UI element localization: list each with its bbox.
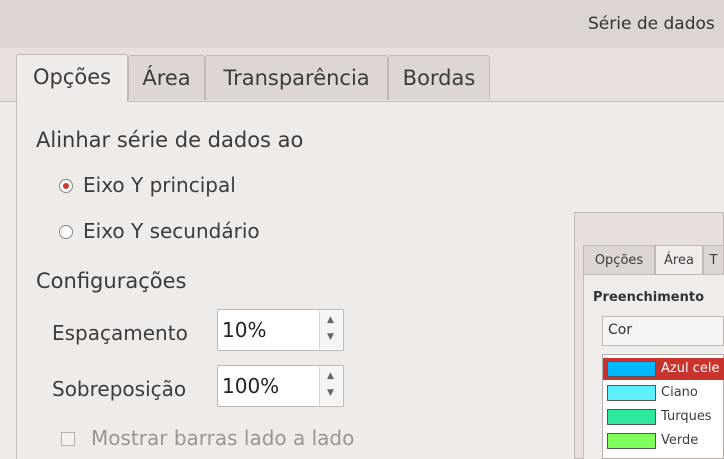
- preview-tab-options-label: Opções: [594, 253, 644, 268]
- radio-secondary-axis[interactable]: [59, 225, 73, 239]
- overlap-value[interactable]: 100%: [222, 374, 279, 398]
- tab-area[interactable]: Área: [128, 55, 205, 100]
- preview-fill-select: Cor: [602, 316, 724, 346]
- preview-tab-t-label: T: [709, 253, 718, 268]
- color-name: Turques: [661, 409, 712, 424]
- color-swatch: [607, 385, 656, 401]
- color-name: Azul cele: [661, 361, 720, 376]
- spin-down-icon[interactable]: ▼: [327, 332, 334, 342]
- tab-options-label: Opções: [32, 65, 112, 89]
- panel-border: [16, 102, 17, 459]
- spacing-spin-buttons[interactable]: ▲ ▼: [319, 311, 342, 349]
- list-item: Ciano: [603, 382, 724, 404]
- overlap-spin-buttons[interactable]: ▲ ▼: [319, 367, 342, 405]
- side-by-side-checkbox[interactable]: [61, 432, 75, 446]
- spacing-label: Espaçamento: [52, 321, 188, 345]
- tab-borders[interactable]: Bordas: [388, 55, 490, 100]
- tab-options[interactable]: Opções: [16, 54, 128, 102]
- color-name: Verde: [661, 433, 699, 448]
- preview-fill-heading: Preenchimento: [593, 290, 705, 305]
- list-item: Verde: [603, 430, 724, 452]
- spin-down-icon[interactable]: ▼: [327, 388, 334, 398]
- tab-borders-label: Bordas: [402, 66, 476, 90]
- preview-tab-options: Opções: [583, 245, 655, 275]
- settings-heading: Configurações: [36, 269, 187, 293]
- preview-tab-area: Área: [655, 245, 703, 275]
- align-heading: Alinhar série de dados ao: [36, 128, 304, 152]
- tab-area-label: Área: [142, 66, 191, 90]
- tab-transparency[interactable]: Transparência: [205, 55, 388, 100]
- spacing-spinbox[interactable]: 10% ▲ ▼: [217, 309, 344, 351]
- side-by-side-label[interactable]: Mostrar barras lado a lado: [91, 426, 354, 450]
- preview-fill-value: Cor: [608, 322, 633, 338]
- color-swatch: [607, 361, 656, 377]
- preview-tab-area-label: Área: [664, 253, 694, 268]
- radio-primary-label[interactable]: Eixo Y principal: [83, 173, 236, 197]
- spacing-value[interactable]: 10%: [222, 318, 266, 342]
- overlap-spinbox[interactable]: 100% ▲ ▼: [217, 365, 344, 407]
- color-swatch: [607, 433, 656, 449]
- spin-up-icon[interactable]: ▲: [327, 371, 334, 381]
- tab-transparency-label: Transparência: [223, 66, 370, 90]
- preview-tab-t: T: [703, 245, 724, 275]
- window-title: Série de dados: [588, 14, 715, 34]
- list-item: Azul cele: [603, 358, 724, 380]
- title-bar: Série de dados: [0, 0, 724, 48]
- color-name: Ciano: [661, 385, 698, 400]
- spin-up-icon[interactable]: ▲: [327, 315, 334, 325]
- preview-color-list: Azul cele Ciano Turques Verde: [602, 354, 724, 459]
- list-item: Turques: [603, 406, 724, 428]
- radio-secondary-label[interactable]: Eixo Y secundário: [83, 219, 260, 243]
- color-swatch: [607, 409, 656, 425]
- overlap-label: Sobreposição: [52, 377, 187, 401]
- radio-primary-axis[interactable]: [59, 179, 73, 193]
